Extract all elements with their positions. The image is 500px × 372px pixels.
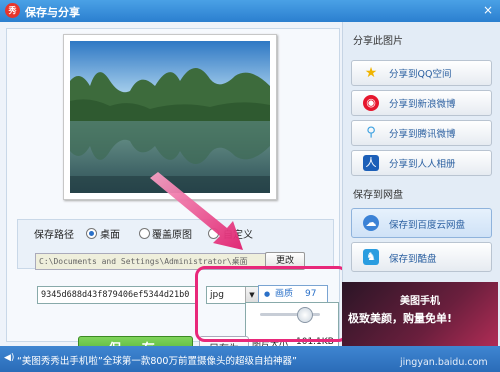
share-renren-label: 分享到人人相册 (389, 159, 456, 170)
ticker-text[interactable]: “美图秀秀出手机啦”全球第一款800万前置摄像头的超级自拍神器” (17, 353, 297, 367)
share-tencent-weibo-button[interactable]: ⚲ 分享到腾讯微博 (351, 120, 492, 146)
save-baidu-cloud-button[interactable]: ☁ 保存到百度云网盘 (351, 208, 492, 238)
speaker-icon: ◀) (4, 353, 15, 363)
weibo-icon: ◉ (363, 95, 379, 111)
renren-icon: 人 (363, 155, 379, 171)
ad-banner[interactable]: 美图手机 极致美颜，购量免单! (342, 282, 498, 346)
share-sina-weibo-button[interactable]: ◉ 分享到新浪微博 (351, 90, 492, 116)
ad-line1: 美图手机 (400, 296, 440, 307)
save-kupan-label: 保存到酷盘 (389, 254, 437, 265)
share-sina-label: 分享到新浪微博 (389, 99, 456, 110)
ad-line2: 极致美颜，购量免单! (348, 312, 453, 325)
save-kupan-button[interactable]: ♞ 保存到酷盘 (351, 242, 492, 272)
save-baidu-label: 保存到百度云网盘 (389, 220, 466, 231)
share-qzone-button[interactable]: ★ 分享到QQ空间 (351, 60, 492, 86)
share-section-title: 分享此图片 (353, 36, 403, 47)
share-qzone-label: 分享到QQ空间 (389, 69, 452, 80)
share-renren-button[interactable]: 人 分享到人人相册 (351, 150, 492, 176)
kupan-icon: ♞ (363, 249, 379, 265)
baidu-cloud-icon: ☁ (363, 215, 379, 231)
watermark: jingyan.baidu.com (400, 357, 488, 368)
star-icon: ★ (364, 65, 378, 81)
tencent-weibo-icon: ⚲ (366, 125, 376, 140)
highlight-box (195, 266, 348, 342)
cloud-section-title: 保存到网盘 (353, 190, 403, 201)
share-tencent-label: 分享到腾讯微博 (389, 129, 456, 140)
